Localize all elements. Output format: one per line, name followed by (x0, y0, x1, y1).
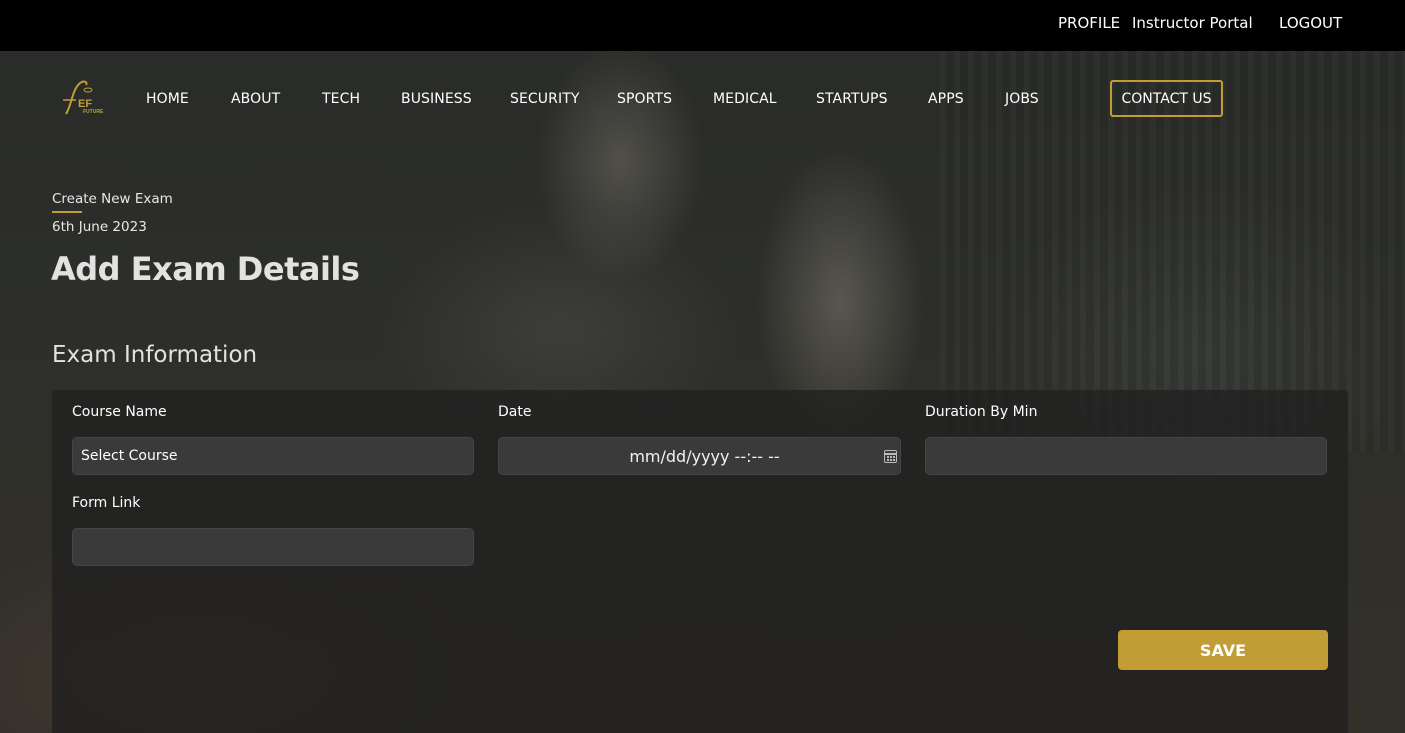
contact-us-button[interactable]: CONTACT US (1110, 80, 1223, 117)
nav-security[interactable]: SECURITY (510, 91, 580, 107)
nav-sports[interactable]: SPORTS (617, 91, 672, 107)
profile-link[interactable]: PROFILE (1058, 14, 1120, 32)
section-title: Exam Information (52, 342, 258, 368)
course-select[interactable]: Select Course (72, 437, 474, 475)
breadcrumb[interactable]: Create New Exam (52, 191, 173, 207)
form-link-label: Form Link (72, 495, 141, 511)
nav-apps[interactable]: APPS (928, 91, 964, 107)
form-link-input[interactable] (72, 528, 474, 566)
nav-tech[interactable]: TECH (322, 91, 360, 107)
logo-subtext: FUTURE (83, 109, 104, 115)
logout-link[interactable]: LOGOUT (1279, 14, 1342, 32)
nav-startups[interactable]: STARTUPS (816, 91, 888, 107)
logo[interactable]: EF FUTURE (58, 80, 114, 117)
nav-business[interactable]: BUSINESS (401, 91, 472, 107)
instructor-portal-link[interactable]: Instructor Portal (1132, 14, 1253, 32)
course-select-value: Select Course (81, 448, 178, 464)
top-bar: PROFILE Instructor Portal LOGOUT (0, 0, 1405, 51)
course-name-label: Course Name (72, 404, 167, 420)
calendar-icon[interactable] (884, 450, 897, 463)
save-button[interactable]: SAVE (1118, 630, 1328, 670)
duration-input[interactable] (925, 437, 1327, 475)
nav-medical[interactable]: MEDICAL (713, 91, 777, 107)
date-input[interactable]: mm/dd/yyyy --:-- -- (498, 437, 901, 475)
nav-about[interactable]: ABOUT (231, 91, 280, 107)
nav-jobs[interactable]: JOBS (1005, 91, 1039, 107)
date-placeholder: mm/dd/yyyy --:-- -- (629, 446, 780, 466)
main-nav: EF FUTURE HOME ABOUT TECH BUSINESS SECUR… (0, 80, 1405, 117)
nav-home[interactable]: HOME (146, 91, 189, 107)
breadcrumb-underline (52, 211, 82, 213)
page-title: Add Exam Details (51, 250, 360, 288)
date-label: Date (498, 404, 532, 420)
duration-label: Duration By Min (925, 404, 1038, 420)
page-date: 6th June 2023 (52, 219, 147, 235)
